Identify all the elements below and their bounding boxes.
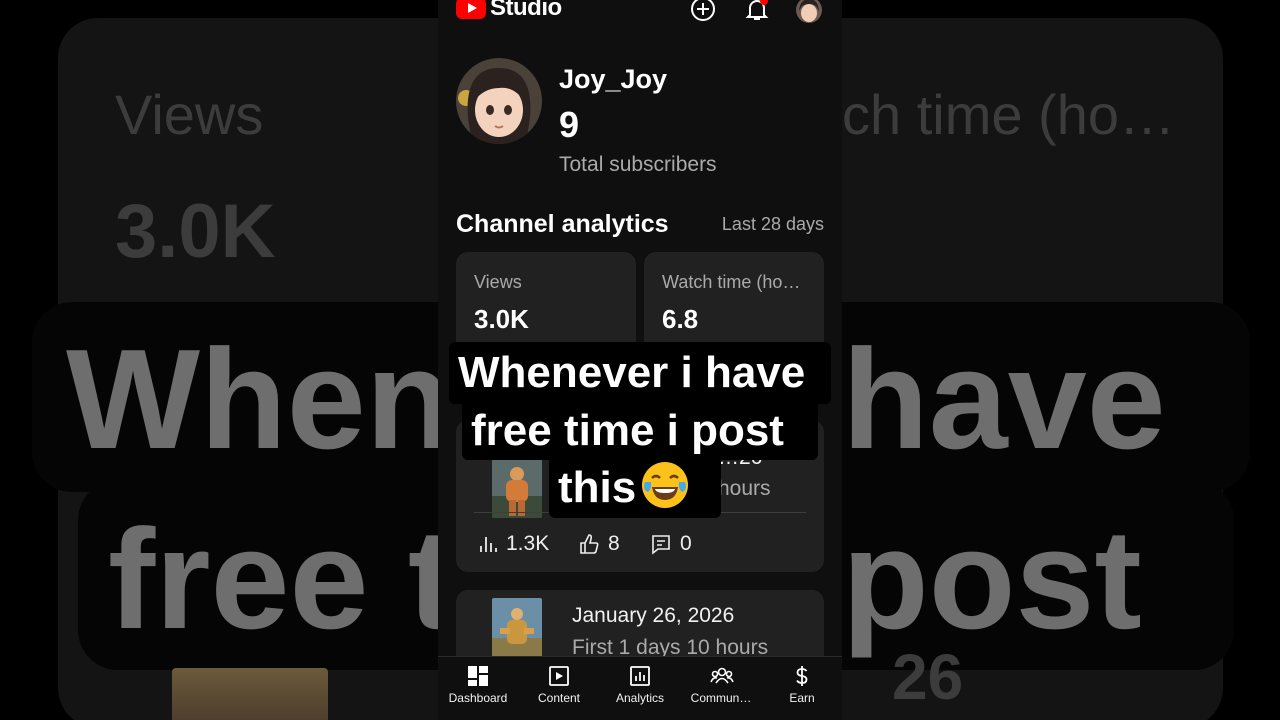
- metric-value: 3.0K: [474, 304, 529, 334]
- video-date: January 26, 2026: [572, 604, 735, 627]
- nav-earn[interactable]: Earn: [762, 657, 842, 713]
- bg-views-label: Views: [115, 83, 264, 146]
- studio-logo[interactable]: Studio: [456, 0, 562, 22]
- nav-label: Content: [537, 691, 581, 705]
- likes-stat: 8: [578, 532, 620, 556]
- channel-avatar[interactable]: [456, 58, 542, 144]
- nav-content[interactable]: Content: [519, 657, 599, 713]
- analytics-icon: [630, 666, 650, 686]
- bg-caption-1-left: When: [66, 320, 453, 479]
- caption-line-2: free time i post: [471, 406, 784, 455]
- bg-caption-2-right: post: [842, 500, 1142, 659]
- thumbs-up-icon: [580, 534, 599, 554]
- nav-label: Commun…: [690, 691, 752, 705]
- nav-label: Analytics: [615, 691, 665, 705]
- metric-label: Views: [474, 272, 522, 292]
- notifications-bell-icon[interactable]: [744, 0, 770, 27]
- bg-thumbnail: [172, 668, 328, 720]
- analytics-period[interactable]: Last 28 days: [722, 214, 824, 235]
- account-avatar[interactable]: [796, 0, 822, 23]
- laughing-tears-emoji-icon: [642, 462, 689, 508]
- nav-label: Earn: [789, 691, 815, 705]
- likes-count: 8: [608, 532, 620, 555]
- comment-icon: [652, 535, 670, 555]
- nav-dashboard[interactable]: Dashboard: [438, 657, 518, 713]
- caption-line-3-wrap: this: [558, 462, 689, 513]
- community-icon: [710, 667, 734, 684]
- channel-name: Joy_Joy: [559, 64, 668, 94]
- video-thumbnail: [492, 456, 542, 518]
- views-stat: 1.3K: [478, 532, 549, 556]
- nav-community[interactable]: Commun…: [681, 657, 761, 713]
- top-bar: Studio: [438, 0, 842, 28]
- views-bar-icon: [480, 537, 497, 552]
- comments-stat: 0: [650, 532, 692, 556]
- caption-line-3: this: [558, 463, 637, 512]
- create-icon[interactable]: [690, 0, 716, 27]
- comments-count: 0: [680, 532, 692, 555]
- video-duration: hours: [718, 477, 771, 500]
- logo-text: Studio: [490, 0, 562, 21]
- video-thumbnail: [492, 598, 542, 660]
- nav-label: Dashboard: [448, 691, 508, 705]
- bg-date-fragment: 26: [892, 641, 964, 713]
- dashboard-icon: [468, 666, 488, 686]
- analytics-title: Channel analytics: [456, 210, 669, 238]
- youtube-logo-icon: [456, 0, 486, 19]
- bg-caption-2-left: free t: [108, 500, 456, 659]
- nav-analytics[interactable]: Analytics: [600, 657, 680, 713]
- dollar-icon: [796, 666, 808, 686]
- bottom-navigation: Dashboard Content Analytics Commun… Earn: [438, 656, 842, 720]
- views-count: 1.3K: [506, 532, 550, 555]
- subscriber-count: 9: [559, 104, 580, 145]
- metric-value: 6.8: [662, 304, 699, 334]
- bg-watch-label: ch time (ho…: [842, 83, 1175, 146]
- metric-label: Watch time (ho…: [662, 272, 801, 292]
- caption-line-1: Whenever i have: [458, 348, 806, 397]
- content-icon: [549, 666, 569, 686]
- bg-caption-1-right: have: [842, 320, 1166, 479]
- bg-views-value: 3.0K: [115, 189, 276, 274]
- subscriber-label: Total subscribers: [559, 153, 717, 176]
